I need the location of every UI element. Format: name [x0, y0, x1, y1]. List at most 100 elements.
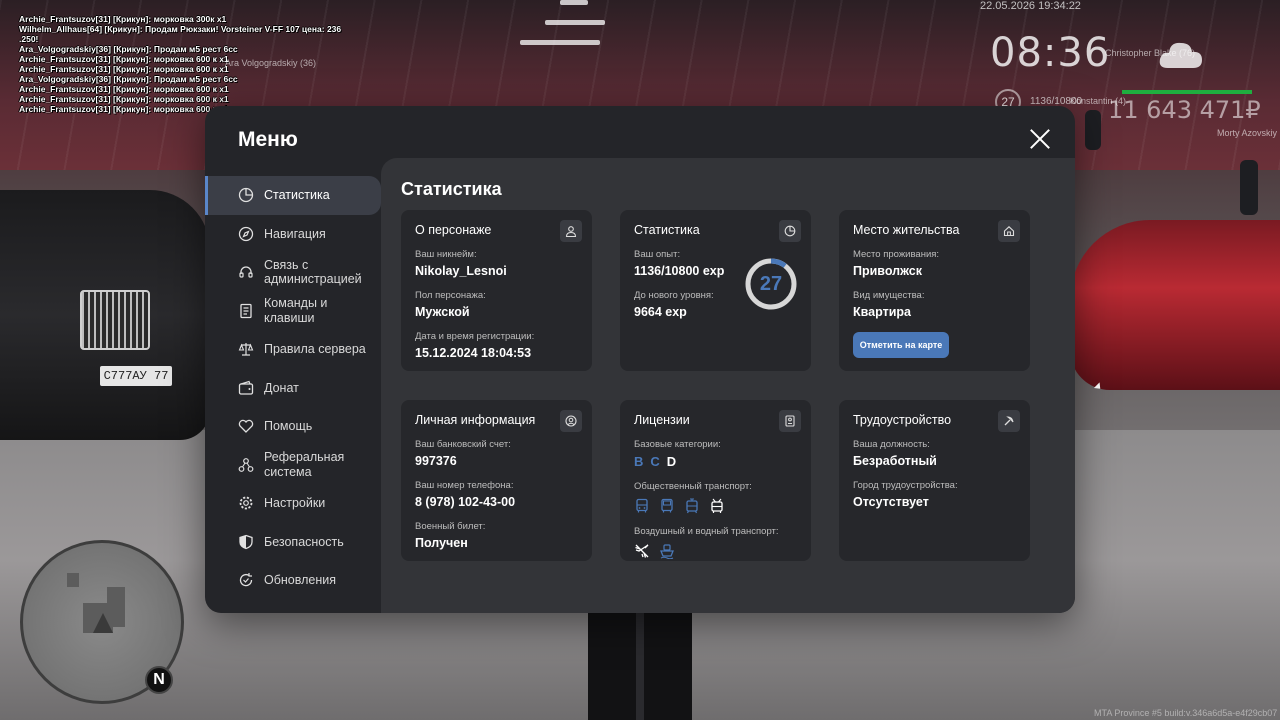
military-id-value: Получен [415, 536, 468, 550]
ceiling-light [560, 0, 588, 5]
sidebar-item-donate[interactable]: Донат [205, 369, 381, 408]
headset-icon [238, 264, 254, 280]
sidebar-item-label: Реферальная система [264, 450, 345, 479]
field-label: Базовые категории: [634, 439, 721, 450]
sidebar-item-label: Настройки [264, 496, 326, 510]
field-label: Пол персонажа: [415, 290, 486, 301]
sidebar-item-rules[interactable]: Правила сервера [205, 330, 381, 369]
mark-on-map-button[interactable]: Отметить на карте [853, 332, 949, 358]
main-menu: Меню Статистика Навигация Связь с админи… [205, 106, 1075, 613]
sidebar-item-security[interactable]: Безопасность [205, 523, 381, 562]
chat-line: Archie_Frantsuzov[31] [Крикун]: морковка… [19, 84, 229, 94]
chat-line: Archie_Frantsuzov[31] [Крикун]: морковка… [19, 94, 229, 104]
licenses-card: Лицензии Базовые категории: BCD Обществе… [620, 400, 811, 561]
personal-info-card: Личная информация Ваш банковский счет: 9… [401, 400, 592, 561]
character-card: О персонаже Ваш никнейм: Nikolay_Lesnoi … [401, 210, 592, 371]
close-button[interactable] [1029, 128, 1051, 150]
sidebar-item-label: Помощь [264, 419, 313, 433]
tram-icon [684, 498, 700, 514]
document-icon [238, 303, 254, 319]
sidebar-item-commands[interactable]: Команды и клавиши [205, 292, 381, 331]
heart-hand-icon [238, 418, 254, 434]
ceiling-light [520, 40, 600, 45]
field-label: Ваш номер телефона: [415, 480, 514, 491]
job-city-value: Отсутствует [853, 495, 929, 509]
pie-chart-icon [779, 220, 801, 242]
sidebar-item-referral[interactable]: Реферальная система [205, 446, 381, 485]
chat-line: Archie_Frantsuzov[31] [Крикун]: морковка… [19, 14, 227, 24]
hud-money: 11 643 471₽ [1108, 96, 1261, 124]
job-value: Безработный [853, 454, 937, 468]
public-transport-licenses [634, 498, 811, 514]
license-category-c: C [650, 454, 660, 469]
sidebar-item-label: Обновления [264, 573, 336, 587]
field-label: Место проживания: [853, 249, 940, 260]
wallet-icon [238, 380, 254, 396]
user-icon [560, 220, 582, 242]
sidebar-item-label: Навигация [264, 226, 326, 241]
sidebar-item-label: Статистика [264, 188, 330, 202]
sidebar: Статистика Навигация Связь с администрац… [205, 176, 381, 600]
sidebar-item-label: Связь с администрацией [264, 257, 362, 287]
license-category-b: B [634, 454, 644, 469]
scales-icon [238, 341, 254, 357]
chat-line: Wilhelm_Allhaus[64] [Крикун]: Продам Рюк… [19, 24, 342, 34]
residence-card: Место жительства Место проживания: Приво… [839, 210, 1030, 371]
bus-icon [659, 498, 675, 514]
shield-icon [238, 534, 254, 550]
compass-icon [238, 226, 254, 242]
residence-value: Приволжск [853, 264, 922, 278]
gender-value: Мужской [415, 305, 470, 319]
chat-line: Archie_Frantsuzov[31] [Крикун]: морковка… [19, 54, 229, 64]
chat-line: .250! [19, 34, 39, 44]
sidebar-item-label: Команды и клавиши [264, 296, 328, 325]
hud-datetime: 22.05.2026 19:34:22 [980, 0, 1081, 12]
field-label: Общественный транспорт: [634, 481, 752, 492]
chat-line: Ara_Volgogradskiy[36] [Крикун]: Продам м… [19, 44, 238, 54]
home-icon [998, 220, 1020, 242]
refresh-check-icon [238, 572, 254, 588]
chat-line: Ara_Volgogradskiy[36] [Крикун]: Продам м… [19, 74, 238, 84]
stats-card: Статистика Ваш опыт: 1136/10800 exp До н… [620, 210, 811, 371]
field-label: Воздушный и водный транспорт: [634, 526, 779, 537]
license-category-d: D [666, 454, 677, 469]
air-water-licenses [634, 543, 811, 559]
npc-figure [1240, 160, 1258, 215]
plane-icon [634, 543, 650, 559]
player-nametag: Morty Azovskiy [1217, 128, 1278, 138]
ceiling-light [545, 20, 605, 25]
field-label: Ваш банковский счет: [415, 439, 511, 450]
trolleybus-icon [709, 498, 725, 514]
npc-figure [1085, 110, 1101, 150]
sidebar-item-label: Безопасность [264, 534, 344, 549]
employment-card: Трудоустройство Ваша должность: Безработ… [839, 400, 1030, 561]
user-circle-icon [560, 410, 582, 432]
sidebar-item-statistics[interactable]: Статистика [205, 176, 381, 215]
field-label: Военный билет: [415, 521, 486, 532]
sidebar-item-admin-contact[interactable]: Связь с администрацией [205, 253, 381, 292]
field-label: Дата и время регистрации: [415, 331, 535, 342]
level-value: 27 [759, 273, 783, 295]
field-label: Ваша должность: [853, 439, 930, 450]
statistics-content: Статистика О персонаже Ваш никнейм: Niko… [381, 158, 1075, 613]
car-grille [80, 290, 150, 350]
pickaxe-icon [998, 410, 1020, 432]
chat-log: Archie_Frantsuzov[31] [Крикун]: морковка… [19, 14, 379, 114]
bank-account-value: 997376 [415, 454, 457, 468]
red-car [1070, 220, 1280, 390]
sidebar-item-settings[interactable]: Настройки [205, 484, 381, 523]
player-legs [588, 612, 692, 720]
gear-icon [238, 495, 254, 511]
content-title: Статистика [401, 179, 502, 199]
sidebar-item-help[interactable]: Помощь [205, 407, 381, 446]
license-categories: BCD [634, 454, 811, 469]
network-icon [238, 457, 254, 473]
property-type-value: Квартира [853, 305, 911, 319]
nickname-value: Nikolay_Lesnoi [415, 264, 507, 278]
menu-title: Меню [238, 128, 298, 151]
sidebar-item-navigation[interactable]: Навигация [205, 215, 381, 254]
license-plate: С777АУ 77 [100, 366, 172, 386]
sidebar-item-updates[interactable]: Обновления [205, 561, 381, 600]
sidebar-item-label: Донат [264, 380, 299, 395]
build-watermark: MTA Province #5 build:v.346a6d5a-e4f29cb… [1094, 708, 1278, 718]
